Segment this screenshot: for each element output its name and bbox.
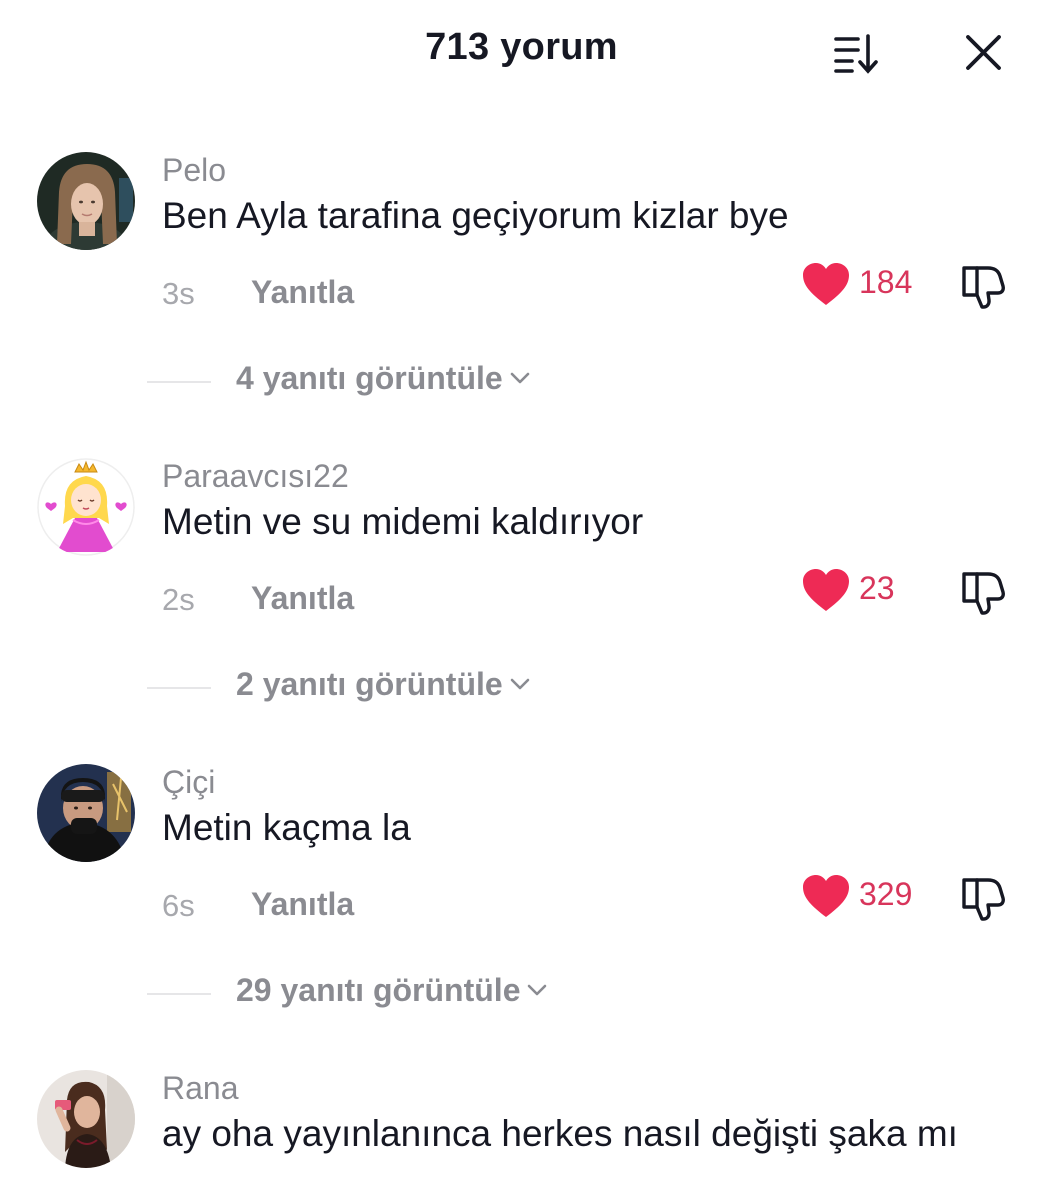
avatar[interactable] bbox=[37, 458, 135, 556]
username[interactable]: Pelo bbox=[162, 152, 226, 189]
reply-button[interactable]: Yanıtla bbox=[251, 274, 354, 311]
comment-item: Paraavcısı22 Metin ve su midemi kaldırıy… bbox=[0, 458, 1043, 764]
like-button[interactable] bbox=[800, 566, 852, 614]
chevron-down-icon bbox=[510, 678, 529, 689]
close-icon bbox=[966, 35, 1001, 70]
comments-sheet: 713 yorum Pelo Ben Ayla tarafina geçiyor… bbox=[0, 0, 1043, 1200]
comment-item: Çiçi Metin kaçma la 6s Yanıtla 329 29 ya… bbox=[0, 764, 1043, 1070]
chevron-down-icon bbox=[510, 372, 529, 383]
divider bbox=[147, 687, 211, 689]
comment-count-title: 713 yorum bbox=[425, 26, 618, 68]
view-replies-label: 4 yanıtı görüntüle bbox=[236, 360, 531, 397]
comment-item: Rana ay oha yayınlanınca herkes nasıl de… bbox=[0, 1070, 1043, 1200]
dislike-button[interactable] bbox=[958, 258, 1010, 310]
dislike-button[interactable] bbox=[958, 564, 1010, 616]
reply-button[interactable]: Yanıtla bbox=[251, 580, 354, 617]
username[interactable]: Rana bbox=[162, 1070, 239, 1107]
chevron-down-icon bbox=[528, 984, 547, 995]
comment-text: Metin ve su midemi kaldırıyor bbox=[162, 501, 644, 542]
divider bbox=[147, 993, 211, 995]
dislike-button[interactable] bbox=[958, 870, 1010, 922]
view-replies-label: 2 yanıtı görüntüle bbox=[236, 666, 531, 703]
like-count: 23 bbox=[859, 570, 895, 606]
heart-icon bbox=[803, 569, 849, 611]
avatar[interactable] bbox=[37, 152, 135, 250]
comment-time: 6s bbox=[162, 888, 195, 923]
sort-icon bbox=[834, 34, 878, 74]
comment-time: 2s bbox=[162, 582, 195, 617]
reply-button[interactable]: Yanıtla bbox=[251, 886, 354, 923]
username[interactable]: Paraavcısı22 bbox=[162, 458, 349, 495]
divider bbox=[147, 381, 211, 383]
comment-text: ay oha yayınlanınca herkes nasıl değişti… bbox=[162, 1113, 958, 1154]
heart-icon bbox=[803, 875, 849, 917]
thumbs-down-icon bbox=[962, 878, 1005, 921]
comment-text: Ben Ayla tarafina geçiyorum kizlar bye bbox=[162, 195, 789, 236]
comment-item: Pelo Ben Ayla tarafina geçiyorum kizlar … bbox=[0, 152, 1043, 458]
sort-button[interactable] bbox=[830, 30, 884, 76]
like-button[interactable] bbox=[800, 260, 852, 308]
thumbs-down-icon bbox=[962, 266, 1005, 309]
comments-header: 713 yorum bbox=[0, 0, 1043, 100]
comment-time: 3s bbox=[162, 276, 195, 311]
like-count: 184 bbox=[859, 264, 913, 300]
username[interactable]: Çiçi bbox=[162, 764, 215, 801]
comment-text: Metin kaçma la bbox=[162, 807, 411, 848]
close-button[interactable] bbox=[958, 30, 1008, 76]
like-count: 329 bbox=[859, 876, 913, 912]
avatar[interactable] bbox=[37, 1070, 135, 1168]
heart-icon bbox=[803, 263, 849, 305]
view-replies-label: 29 yanıtı görüntüle bbox=[236, 972, 548, 1009]
thumbs-down-icon bbox=[962, 572, 1005, 615]
avatar[interactable] bbox=[37, 764, 135, 862]
like-button[interactable] bbox=[800, 872, 852, 920]
